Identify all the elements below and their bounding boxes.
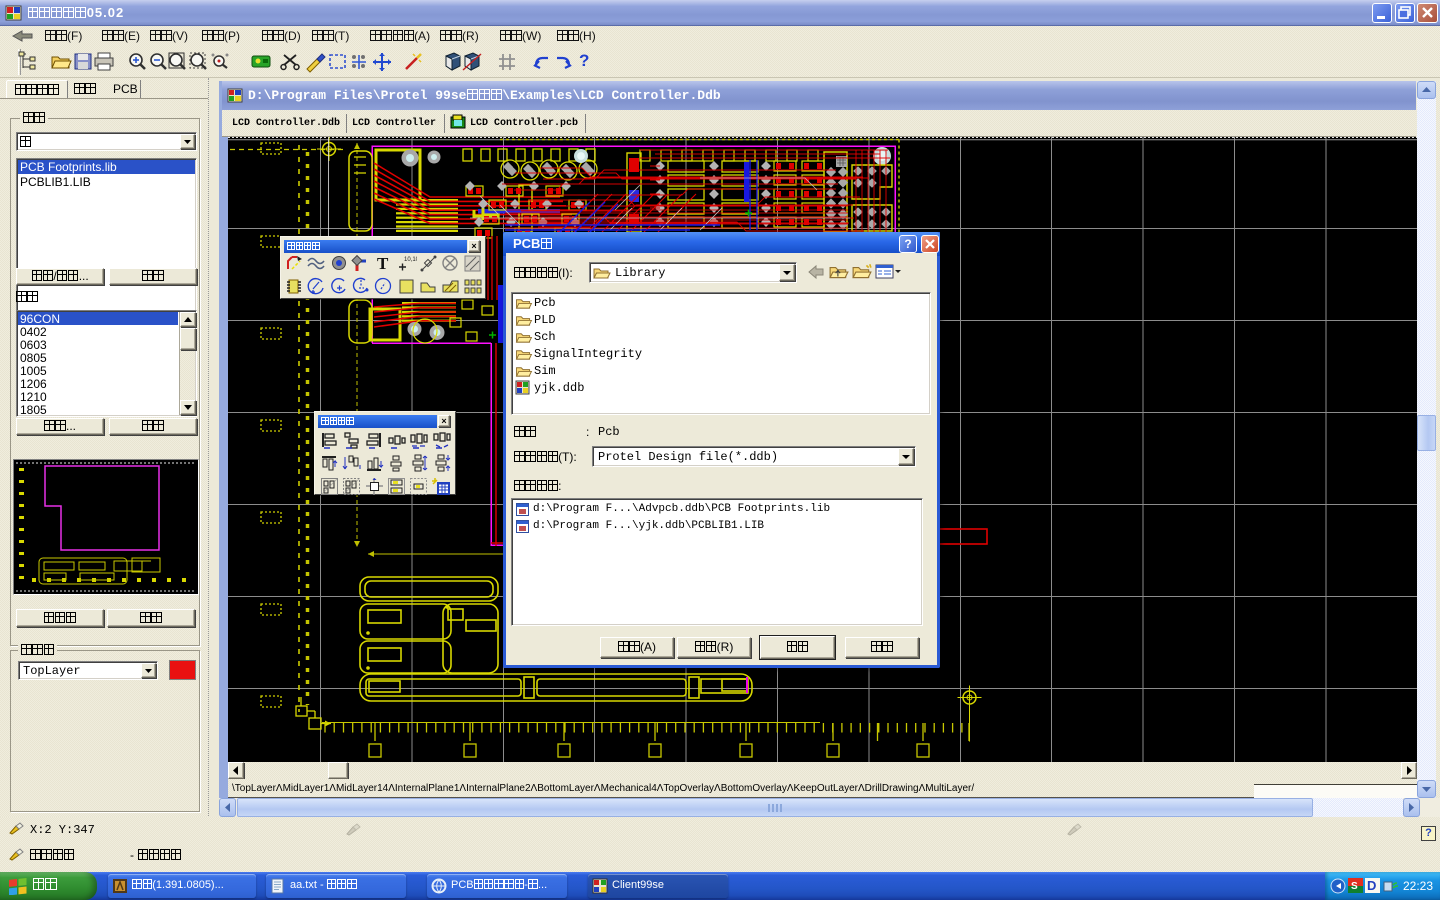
- svg-text:10,10: 10,10: [404, 257, 417, 263]
- svg-text:D: D: [1367, 878, 1376, 893]
- svg-text:S: S: [1351, 881, 1358, 892]
- svg-text:T: T: [377, 254, 389, 273]
